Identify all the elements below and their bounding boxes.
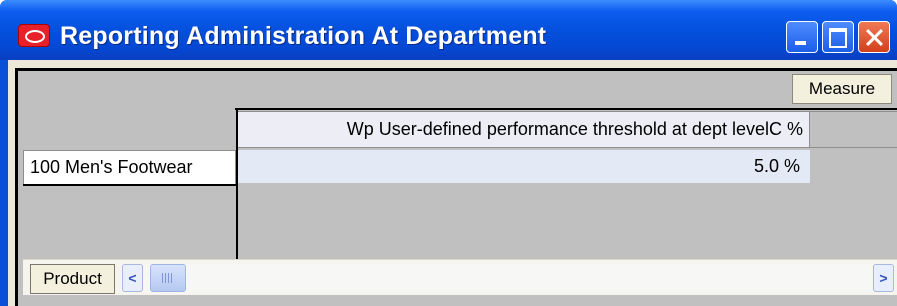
reporting-admin-window: Reporting Administration At Department M… xyxy=(0,0,897,306)
column-header-threshold[interactable]: Wp User-defined performance threshold at… xyxy=(237,111,810,148)
row-header-bottom-line xyxy=(23,184,237,186)
maximize-icon[interactable] xyxy=(822,21,854,53)
row-header-mens-footwear[interactable]: 100 Men's Footwear xyxy=(23,150,236,185)
window-title: Reporting Administration At Department xyxy=(60,22,547,50)
product-dimension-button[interactable]: Product xyxy=(30,264,115,294)
grip-icon xyxy=(162,273,174,283)
scroll-right-icon[interactable]: > xyxy=(873,264,894,292)
column-header-filler xyxy=(810,111,897,148)
title-bar[interactable]: Reporting Administration At Department xyxy=(0,0,897,60)
oracle-app-icon xyxy=(18,24,50,47)
scroll-left-icon[interactable]: < xyxy=(122,264,143,292)
data-cell-threshold[interactable]: 5.0 % xyxy=(238,150,810,183)
minimize-icon[interactable] xyxy=(786,21,818,53)
horizontal-scroll-track[interactable] xyxy=(144,264,872,292)
measure-dimension-button[interactable]: Measure xyxy=(792,74,892,104)
close-icon[interactable] xyxy=(858,21,890,53)
horizontal-scroll-thumb[interactable] xyxy=(150,264,186,292)
